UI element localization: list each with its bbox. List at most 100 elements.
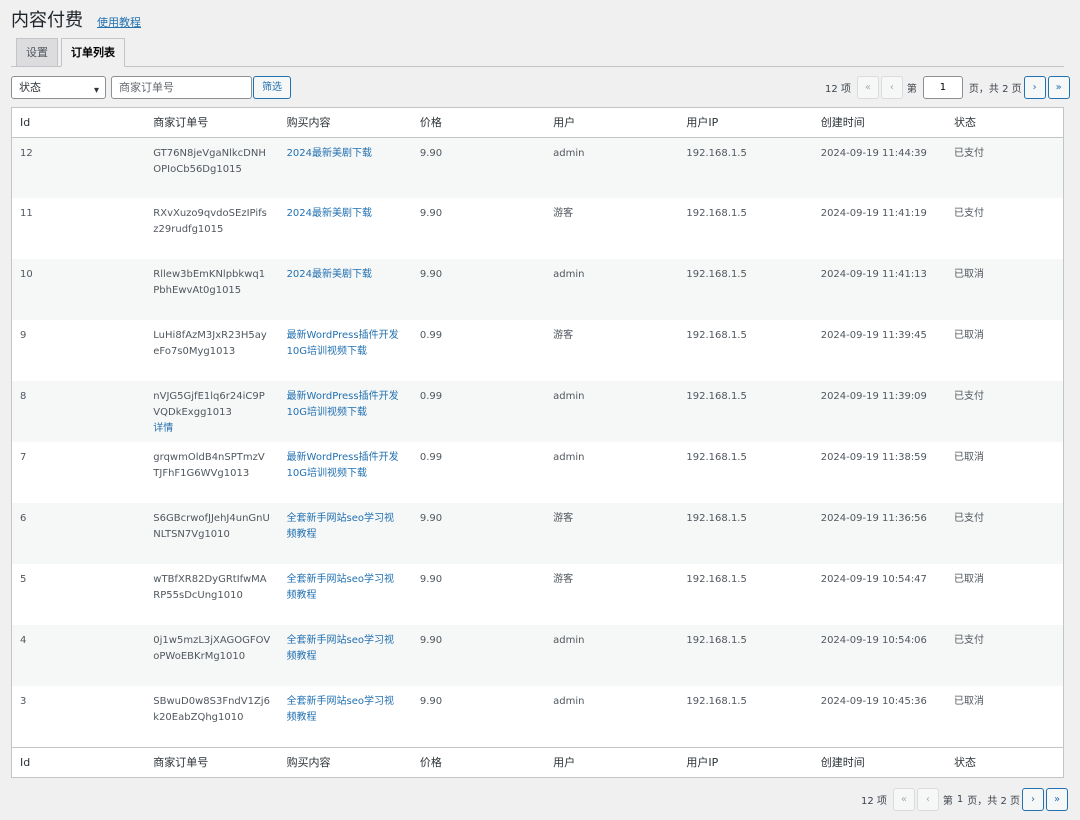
column-header-price[interactable]: 价格 <box>411 108 546 138</box>
column-footer-user[interactable]: 用户 <box>545 746 679 777</box>
table-cell: 7 <box>12 442 145 503</box>
cell-content-link[interactable]: 最新WordPress插件开发10G培训视频下载 <box>287 330 399 357</box>
cell-price: 9.90 <box>419 513 443 524</box>
table-cell: 已支付 <box>945 137 1063 198</box>
table-cell: wTBfXR82DyGRtIfwMARP55sDcUng1010 <box>145 564 278 625</box>
table-cell: 192.168.1.5 <box>678 198 812 259</box>
detail-link[interactable]: 详情 <box>153 421 270 437</box>
column-footer-status[interactable]: 状态 <box>945 746 1063 777</box>
last-page-button[interactable]: » <box>1047 76 1070 99</box>
column-footer-ip[interactable]: 用户IP <box>678 746 813 777</box>
table-cell: 最新WordPress插件开发10G培训视频下载 <box>278 381 412 442</box>
table-row: 12 GT76N8jeVgaNlkcDNHOPIoCb56Dg1015 2024最新… <box>12 137 1063 198</box>
cell-created: 2024-09-19 11:39:45 <box>820 330 927 341</box>
cell-price: 9.90 <box>419 269 443 280</box>
table-cell: 6 <box>12 503 146 564</box>
tab-settings[interactable]: 设置 <box>16 38 58 67</box>
cell-price: 9.90 <box>419 696 443 707</box>
page-prefix: 第 <box>906 84 917 95</box>
cell-content-link[interactable]: 全套新手网站seo学习视频教程 <box>287 513 394 540</box>
table-cell: 11 <box>12 198 145 259</box>
cell-content-link[interactable]: 全套新手网站seo学习视频教程 <box>287 696 394 723</box>
cell-status: 已取消 <box>953 574 984 585</box>
item-count: 12 项 <box>861 796 887 807</box>
last-page-button[interactable]: » <box>1046 788 1069 811</box>
column-header-content[interactable]: 购买内容 <box>278 108 412 138</box>
table-cell: 已取消 <box>946 564 1063 625</box>
status-select[interactable]: 状态 ▾ <box>11 76 106 99</box>
page-header: 内容付费 使用教程 <box>11 6 141 32</box>
table-cell: admin <box>545 686 678 747</box>
table-cell: 2024-09-19 11:39:45 <box>813 320 946 381</box>
page-total: 页，共 2 页 <box>968 84 1022 95</box>
table-cell: 2024最新美剧下载 <box>278 137 412 198</box>
column-footer-id[interactable]: Id <box>12 746 146 777</box>
cell-created: 2024-09-19 11:39:09 <box>820 391 927 402</box>
cell-ip: 192.168.1.5 <box>686 513 747 524</box>
column-header-created[interactable]: 创建时间 <box>812 108 946 138</box>
first-page-button[interactable]: « <box>892 788 915 811</box>
prev-page-button[interactable]: ‹ <box>916 788 939 811</box>
table-cell: grqwmOldB4nSPTmzVTJFhF1G6WVg1013 <box>145 442 278 503</box>
cell-content-link[interactable]: 最新WordPress插件开发10G培训视频下载 <box>287 452 399 479</box>
table-cell: 3 <box>12 686 145 747</box>
column-header-status[interactable]: 状态 <box>945 108 1063 138</box>
cell-status: 已取消 <box>953 452 984 463</box>
table-row: 10 Rllew3bEmKNlpbkwq1PbhEwvAt0g1015 2024最新… <box>12 259 1063 320</box>
cell-user: admin <box>553 147 585 159</box>
cell-order-no: S6GBcrwofJJehJ4unGnUNLTSN7Vg1010 <box>153 513 270 540</box>
cell-content-link[interactable]: 全套新手网站seo学习视频教程 <box>287 635 394 662</box>
filter-button[interactable]: 筛选 <box>253 76 291 99</box>
cell-user: admin <box>553 635 585 646</box>
first-page-button[interactable]: « <box>856 76 879 99</box>
cell-order-no: 0j1w5mzL3jXAGOGFOVoPWoEBKrMg1010 <box>153 635 271 662</box>
column-footer-order-no[interactable]: 商家订单号 <box>145 746 279 777</box>
cell-status: 已支付 <box>953 391 984 402</box>
table-cell: 2024-09-19 11:41:19 <box>813 198 946 259</box>
prev-page-button[interactable]: ‹ <box>880 76 903 99</box>
table-cell: 2024-09-19 11:38:59 <box>813 442 946 503</box>
table-cell: 已取消 <box>946 442 1063 503</box>
cell-content-link[interactable]: 最新WordPress插件开发10G培训视频下载 <box>287 391 399 418</box>
current-page-input[interactable] <box>922 76 963 99</box>
column-footer-content[interactable]: 购买内容 <box>278 746 412 777</box>
column-footer-created[interactable]: 创建时间 <box>812 746 946 777</box>
cell-content-link[interactable]: 2024最新美剧下载 <box>287 208 372 219</box>
column-footer-price[interactable]: 价格 <box>411 746 546 777</box>
table-row: 9 LuHi8fAzM3JxR23H5ayeFo7s0Myg1013 最新WordP… <box>12 320 1063 381</box>
table-cell: 已支付 <box>946 198 1063 259</box>
pagination-top: 12 项 « ‹ 第 页，共 2 页 › » <box>825 76 1072 99</box>
cell-created: 2024-09-19 10:54:47 <box>820 574 927 585</box>
table-cell: 最新WordPress插件开发10G培训视频下载 <box>279 320 412 381</box>
table-cell: 游客 <box>545 564 678 625</box>
order-search-input[interactable] <box>111 76 252 99</box>
cell-order-no: RXvXuzo9qvdoSEzIPifsz29rudfg1015 <box>153 208 267 235</box>
cell-content-link[interactable]: 全套新手网站seo学习视频教程 <box>287 574 394 601</box>
cell-ip: 192.168.1.5 <box>686 635 747 646</box>
cell-order-no: nVJG5GjfE1lq6r24iC9PVQDkExgg1013 <box>153 391 265 418</box>
table-cell: 8 <box>12 381 146 442</box>
help-link[interactable]: 使用教程 <box>97 14 141 30</box>
table-cell: 9.90 <box>411 137 546 198</box>
cell-id: 6 <box>20 513 27 524</box>
table-row: 3 SBwuD0w8S3FndV1Zj6k20EabZQhg1010 全套新手网站s… <box>12 686 1063 747</box>
cell-content-link[interactable]: 2024最新美剧下载 <box>287 269 372 280</box>
column-header-order-no[interactable]: 商家订单号 <box>145 108 279 138</box>
cell-order-no: GT76N8jeVgaNlkcDNHOPIoCb56Dg1015 <box>153 147 266 175</box>
next-page-button[interactable]: › <box>1023 76 1046 99</box>
cell-status: 已支付 <box>953 635 984 646</box>
next-page-button[interactable]: › <box>1022 788 1045 811</box>
cell-price: 9.90 <box>419 147 443 159</box>
cell-created: 2024-09-19 10:45:36 <box>820 696 927 707</box>
table-cell: 0j1w5mzL3jXAGOGFOVoPWoEBKrMg1010 <box>145 625 279 686</box>
column-header-id[interactable]: Id <box>12 108 146 138</box>
table-cell: 0.99 <box>411 381 546 442</box>
column-header-user[interactable]: 用户 <box>545 108 679 138</box>
item-count: 12 项 <box>825 84 851 95</box>
tab-order-list[interactable]: 订单列表 <box>61 38 125 67</box>
table-cell: 全套新手网站seo学习视频教程 <box>279 564 412 625</box>
cell-created: 2024-09-19 10:54:06 <box>820 635 927 646</box>
column-header-ip[interactable]: 用户IP <box>678 108 813 138</box>
table-cell: 已支付 <box>945 381 1063 442</box>
cell-content-link[interactable]: 2024最新美剧下载 <box>287 148 372 159</box>
